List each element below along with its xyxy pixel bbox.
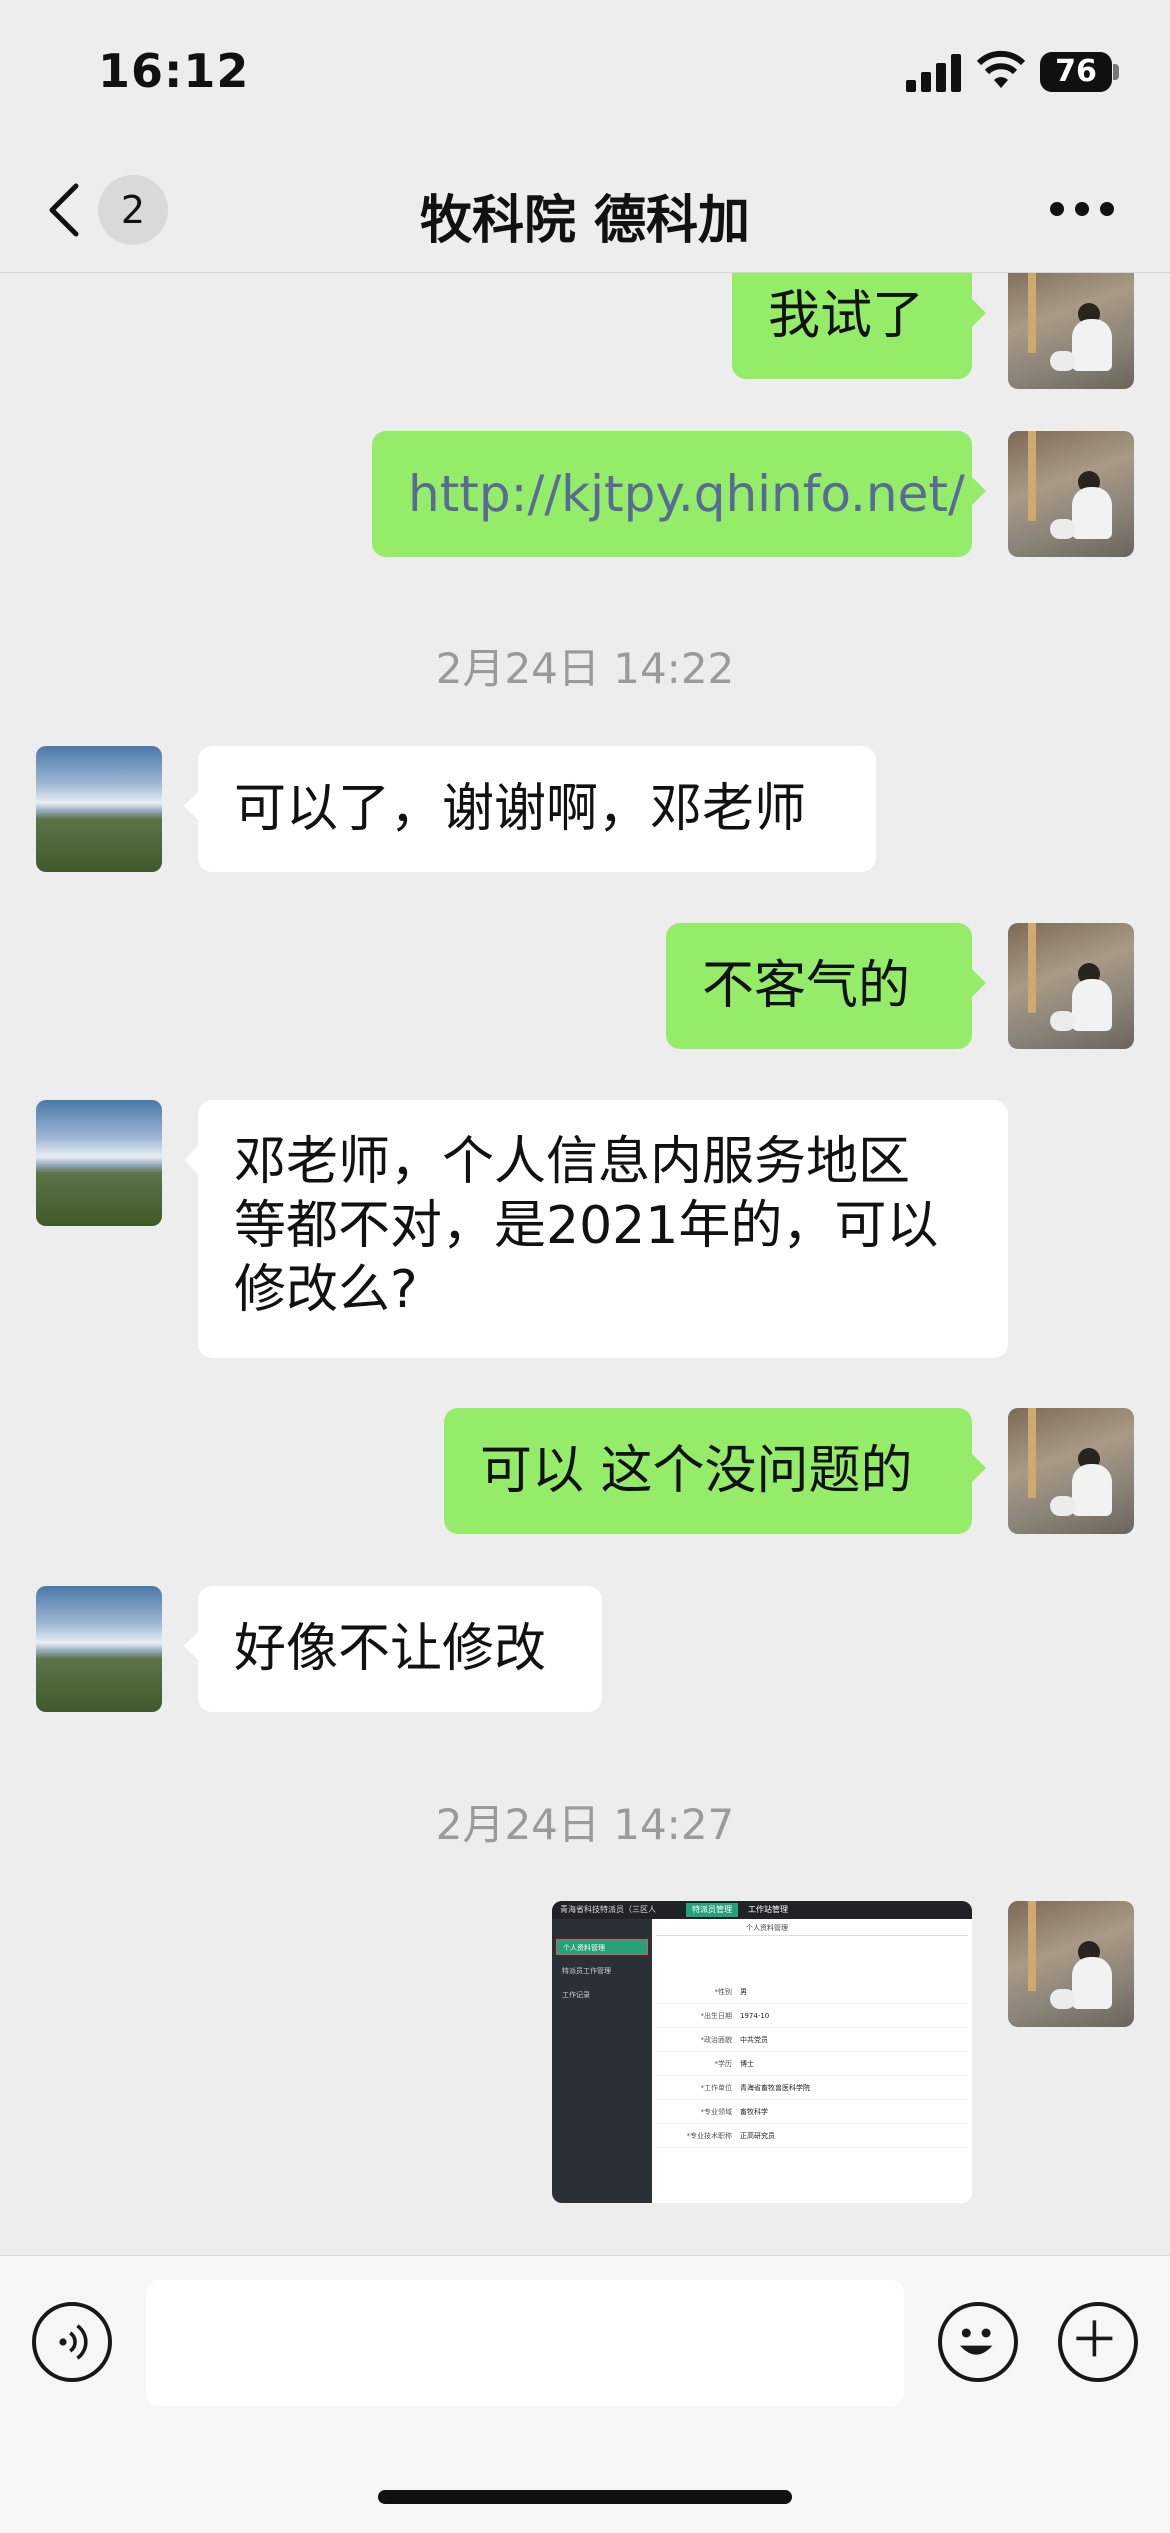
battery-nub	[1113, 64, 1119, 80]
my-avatar[interactable]	[1008, 1901, 1134, 2027]
message-text-line: 修改么?	[234, 1260, 418, 1320]
emoji-icon[interactable]	[938, 2302, 1018, 2382]
message-bubble[interactable]: 我试了	[732, 273, 986, 379]
my-avatar[interactable]	[1008, 273, 1134, 389]
message-link[interactable]: http://kjtpy.qhinfo.net/	[408, 462, 965, 526]
thumb-tab: 工作站管理	[748, 1905, 788, 1914]
contact-avatar[interactable]	[36, 746, 162, 872]
message-bubble[interactable]: 可以 这个没问题的	[444, 1408, 986, 1534]
contact-avatar[interactable]	[36, 1100, 162, 1226]
message-text: 可以了，谢谢啊，邓老师	[234, 779, 807, 839]
message-text: 好像不让修改	[234, 1619, 547, 1679]
add-plus-icon[interactable]	[1058, 2302, 1138, 2382]
thumb-menu-item: 特派员工作管理	[562, 1967, 611, 1975]
wifi-icon	[976, 50, 1026, 88]
thumb-topbar: 青海省科技特派员（三区人 特派员管理 工作站管理	[552, 1901, 972, 1919]
timestamp: 2月24日 14:27	[435, 1800, 735, 1849]
status-bar: 16:12 76	[0, 0, 1170, 150]
image-message[interactable]: 青海省科技特派员（三区人 特派员管理 工作站管理 个人资料管理 个人资料管理 特…	[552, 1901, 972, 2203]
thumb-form-row: *专业技术职称 正高研究员	[656, 2125, 968, 2148]
cellular-signal-icon	[906, 52, 962, 92]
status-time: 16:12	[98, 44, 250, 98]
message-text-line: 邓老师，个人信息内服务地区	[234, 1132, 911, 1192]
thumb-form-row: *出生日期 1974-10	[656, 2005, 968, 2028]
message-text-line: 等都不对，是2021年的，可以	[234, 1196, 939, 1256]
my-avatar[interactable]	[1008, 431, 1134, 557]
more-options-icon[interactable]	[1050, 202, 1114, 218]
message-text: 我试了	[768, 286, 925, 346]
thumb-form-row: *政治面貌 中共党员	[656, 2029, 968, 2052]
voice-input-icon[interactable]	[32, 2302, 112, 2382]
thumb-form-row: *工作单位 青海省畜牧兽医科学院	[656, 2077, 968, 2100]
my-avatar[interactable]	[1008, 923, 1134, 1049]
message-bubble[interactable]: 好像不让修改	[184, 1586, 602, 1712]
thumb-menu-item: 个人资料管理	[556, 1939, 648, 1955]
thumb-menu-item: 工作记录	[562, 1991, 590, 1999]
message-bubble[interactable]: 不客气的	[666, 923, 986, 1049]
thumb-subtab: 个人资料管理	[656, 1921, 968, 1936]
contact-avatar[interactable]	[36, 1586, 162, 1712]
thumb-form-row: *学历 博士	[656, 2053, 968, 2076]
message-input[interactable]	[146, 2280, 904, 2406]
thumb-app-title: 青海省科技特派员（三区人	[560, 1905, 656, 1914]
message-bubble[interactable]: 邓老师，个人信息内服务地区 等都不对，是2021年的，可以 修改么?	[184, 1100, 1008, 1358]
thumb-form-row: *性别男	[656, 1981, 968, 2004]
timestamp: 2月24日 14:22	[435, 644, 735, 693]
message-text: 可以 这个没问题的	[480, 1441, 913, 1501]
my-avatar[interactable]	[1008, 1408, 1134, 1534]
message-list[interactable]: 我试了 http://kjtpy.qhinfo.net/ 2月24日 14:22…	[0, 273, 1170, 2255]
thumb-form-row: *专业领域 畜牧科学	[656, 2101, 968, 2124]
message-bubble[interactable]: http://kjtpy.qhinfo.net/	[372, 431, 986, 557]
chat-title: 牧科院 德科加	[419, 191, 751, 251]
chat-header: 2 牧科院 德科加	[0, 150, 1170, 273]
battery-icon: 76	[1040, 52, 1112, 92]
message-bubble[interactable]: 可以了，谢谢啊，邓老师	[184, 746, 876, 872]
home-indicator	[378, 2490, 792, 2504]
message-text: 不客气的	[702, 956, 911, 1016]
thumb-tab: 特派员管理	[686, 1903, 738, 1917]
